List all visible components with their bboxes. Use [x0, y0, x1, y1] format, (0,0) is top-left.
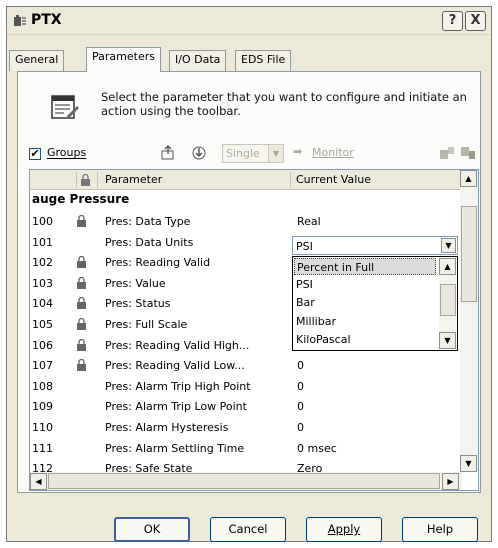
window-title: PTX: [31, 12, 62, 28]
dropdown-option[interactable]: KiloPascal: [294, 331, 436, 348]
data-units-value: PSI: [296, 240, 313, 253]
dropdown-option[interactable]: PSI: [294, 276, 436, 293]
dropdown-option[interactable]: Millibar: [294, 313, 436, 330]
close-button[interactable]: X: [465, 11, 486, 31]
grid-header: Parameter Current Value: [30, 170, 460, 190]
device-import-icon[interactable]: [439, 145, 455, 161]
parameter-name: Pres: Status: [105, 297, 171, 311]
lock-icon: [77, 359, 86, 372]
parameter-id: 104: [32, 297, 53, 311]
tab-parameters[interactable]: Parameters: [86, 47, 161, 72]
parameter-name: Pres: Alarm Hysteresis: [105, 421, 229, 434]
data-units-select[interactable]: PSI ▼: [292, 236, 458, 255]
grid-horizontal-scrollbar[interactable]: ◀ ▶: [30, 472, 462, 490]
lock-icon: [77, 276, 86, 289]
parameter-id: 106: [32, 338, 53, 352]
data-units-dropdown: Percent in Full PSI Bar Millibar KiloPascal …: [292, 256, 458, 351]
scroll-up-icon[interactable]: ▲: [460, 170, 477, 187]
apply-button[interactable]: Apply: [306, 517, 382, 542]
dropdown-option[interactable]: Percent in Full: [294, 258, 436, 275]
title-bar: PTX ? X: [7, 7, 491, 35]
configure-icon: [51, 95, 79, 119]
grid-vertical-scrollbar[interactable]: ▲ ▼: [460, 170, 478, 472]
upload-icon[interactable]: [160, 145, 176, 161]
parameter-name: Pres: Reading Valid Low...: [105, 359, 245, 373]
table-row[interactable]: 109 Pres: Alarm Trip Low Point 0: [30, 397, 458, 417]
table-row[interactable]: 111 Pres: Alarm Settling Time 0 msec: [30, 439, 458, 459]
parameter-name: Pres: Alarm Trip Low Point: [105, 400, 247, 414]
parameter-id: 109: [32, 400, 53, 414]
column-parameter[interactable]: Parameter: [105, 173, 162, 186]
groups-label: Groups: [47, 146, 87, 159]
grid-scroll-thumb[interactable]: [461, 206, 477, 302]
parameter-id: 108: [32, 379, 53, 393]
dropdown-option[interactable]: Bar: [294, 294, 436, 311]
monitor-button[interactable]: Monitor: [312, 146, 354, 159]
parameter-value: 0: [297, 421, 304, 434]
parameter-value: 0: [297, 379, 304, 393]
toolbar: ✔ Groups Single ▼ ➡ Monitor: [29, 143, 479, 165]
table-row[interactable]: 100 Pres: Data Type Real: [30, 212, 458, 232]
parameter-value: 0: [297, 400, 304, 414]
download-icon[interactable]: [191, 145, 207, 161]
parameter-id: 100: [32, 215, 53, 228]
parameter-id: 107: [32, 359, 53, 373]
device-export-icon[interactable]: [460, 145, 476, 161]
tab-general[interactable]: General: [9, 50, 65, 71]
parameter-value: Real: [297, 215, 321, 228]
parameter-name: Pres: Alarm Settling Time: [105, 441, 245, 455]
lock-icon: [77, 338, 86, 351]
groups-checkbox[interactable]: ✔: [29, 148, 41, 160]
device-icon: [14, 15, 26, 26]
ptx-dialog: PTX ? X General Parameters I/O Data EDS …: [6, 6, 492, 542]
table-row[interactable]: 107 Pres: Reading Valid Low... 0: [30, 356, 458, 376]
scroll-down-icon[interactable]: ▼: [439, 332, 456, 349]
lock-icon: [77, 318, 86, 330]
parameter-value: 0 msec: [297, 441, 337, 455]
parameter-name: Pres: Value: [105, 276, 166, 290]
scroll-up-icon[interactable]: ▲: [439, 258, 456, 275]
parameter-id: 105: [32, 318, 53, 331]
parameter-value: 0: [297, 359, 304, 373]
dropdown-scrollbar[interactable]: ▲ ▼: [439, 258, 456, 349]
parameter-name: Pres: Full Scale: [105, 318, 188, 331]
parameter-id: 111: [32, 441, 53, 455]
ok-button[interactable]: OK: [114, 517, 190, 542]
parameter-grid: Parameter Current Value auge Pressure 10…: [29, 169, 479, 491]
chevron-down-icon[interactable]: ▼: [441, 238, 456, 253]
parameter-name: Pres: Reading Valid High...: [105, 338, 250, 352]
lock-icon: [77, 256, 86, 269]
scroll-right-icon[interactable]: ▶: [442, 473, 459, 490]
tab-io-data[interactable]: I/O Data: [169, 50, 227, 71]
mode-select-value: Single: [226, 147, 260, 160]
help-button[interactable]: Help: [402, 517, 478, 542]
monitor-arrow-icon: ➡: [293, 145, 303, 158]
cancel-button[interactable]: Cancel: [210, 517, 286, 542]
dropdown-scroll-thumb[interactable]: [440, 284, 456, 316]
parameter-id: 102: [32, 256, 53, 270]
parameter-name: Pres: Data Type: [105, 215, 191, 228]
table-row[interactable]: 108 Pres: Alarm Trip High Point 0: [30, 377, 458, 397]
column-current-value[interactable]: Current Value: [296, 173, 371, 186]
parameter-id: 101: [32, 235, 53, 249]
grid-hscroll-thumb[interactable]: [48, 473, 440, 489]
lock-icon: [77, 215, 86, 227]
parameter-name: Pres: Alarm Trip High Point: [105, 379, 251, 393]
parameter-id: 103: [32, 276, 53, 290]
tab-eds-file[interactable]: EDS File: [235, 50, 292, 71]
scroll-left-icon[interactable]: ◀: [30, 473, 47, 490]
mode-select[interactable]: Single ▼: [222, 144, 284, 163]
help-title-button[interactable]: ?: [442, 11, 463, 31]
parameter-name: Pres: Reading Valid: [105, 256, 211, 270]
instruction-text: Select the parameter that you want to co…: [101, 90, 467, 118]
table-row[interactable]: 110 Pres: Alarm Hysteresis 0: [30, 418, 458, 438]
chevron-down-icon: ▼: [268, 145, 283, 162]
lock-column-icon: [81, 174, 90, 186]
parameter-name: Pres: Data Units: [105, 235, 194, 249]
scroll-down-icon[interactable]: ▼: [460, 455, 477, 472]
parameter-id: 110: [32, 421, 53, 434]
lock-icon: [77, 297, 86, 310]
group-header[interactable]: auge Pressure: [30, 192, 460, 210]
